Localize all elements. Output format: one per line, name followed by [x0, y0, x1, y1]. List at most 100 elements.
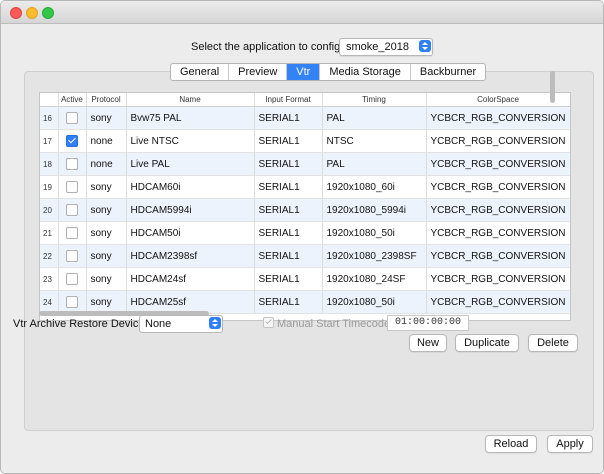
- input-format-cell[interactable]: SERIAL1: [254, 106, 323, 130]
- active-cell: [58, 106, 87, 130]
- protocol-cell[interactable]: none: [86, 129, 127, 153]
- timing-cell[interactable]: 1920x1080_50i: [322, 221, 427, 245]
- active-cell: [58, 244, 87, 268]
- new-button[interactable]: New: [409, 334, 447, 352]
- tab-bar: General Preview Vtr Media Storage Backbu…: [170, 63, 487, 81]
- tab-general[interactable]: General: [171, 64, 230, 80]
- timing-cell[interactable]: 1920x1080_2398SF: [322, 244, 427, 268]
- colorspace-cell[interactable]: YCBCR_RGB_CONVERSION: [426, 244, 570, 268]
- active-cell: [58, 221, 87, 245]
- timing-cell[interactable]: NTSC: [322, 129, 427, 153]
- input-format-cell[interactable]: SERIAL1: [254, 129, 323, 153]
- protocol-cell[interactable]: sony: [86, 244, 127, 268]
- name-cell[interactable]: HDCAM50i: [126, 221, 255, 245]
- active-checkbox[interactable]: [66, 296, 78, 308]
- active-checkbox[interactable]: [66, 158, 78, 170]
- minimize-window-button[interactable]: [26, 7, 38, 19]
- table-header: Active Protocol Name Input Format Timing…: [40, 93, 570, 107]
- active-checkbox[interactable]: [66, 250, 78, 262]
- table-row[interactable]: 17 none Live NTSC SERIAL1 NTSC YCBCR_RGB_CONV…: [40, 129, 570, 153]
- name-cell[interactable]: HDCAM60i: [126, 175, 255, 199]
- manual-start-timecode-field[interactable]: 01:00:00:00: [387, 315, 469, 331]
- column-header-protocol[interactable]: Protocol: [86, 93, 127, 107]
- close-window-button[interactable]: [10, 7, 22, 19]
- colorspace-cell[interactable]: YCBCR_RGB_CONVERSION: [426, 152, 570, 176]
- timing-cell[interactable]: 1920x1080_5994i: [322, 198, 427, 222]
- name-cell[interactable]: Live NTSC: [126, 129, 255, 153]
- colorspace-cell[interactable]: YCBCR_RGB_CONVERSION: [426, 221, 570, 245]
- active-checkbox[interactable]: [66, 181, 78, 193]
- column-header-index: [40, 93, 59, 107]
- input-format-cell[interactable]: SERIAL1: [254, 198, 323, 222]
- timing-cell[interactable]: 1920x1080_60i: [322, 175, 427, 199]
- colorspace-cell[interactable]: YCBCR_RGB_CONVERSION: [426, 129, 570, 153]
- timing-cell[interactable]: 1920x1080_24SF: [322, 267, 427, 291]
- column-header-timing[interactable]: Timing: [322, 93, 427, 107]
- protocol-cell[interactable]: sony: [86, 267, 127, 291]
- table-row[interactable]: 23 sony HDCAM24sf SERIAL1 1920x1080_24SF YCBC…: [40, 267, 570, 291]
- colorspace-cell[interactable]: YCBCR_RGB_CONVERSION: [426, 106, 570, 130]
- table-row[interactable]: 22 sony HDCAM2398sf SERIAL1 1920x1080_2398SF…: [40, 244, 570, 268]
- colorspace-cell[interactable]: YCBCR_RGB_CONVERSION: [426, 175, 570, 199]
- tab-preview[interactable]: Preview: [229, 64, 288, 80]
- updown-stepper-icon: [209, 317, 221, 329]
- column-header-active[interactable]: Active: [58, 93, 87, 107]
- active-checkbox[interactable]: [66, 227, 78, 239]
- input-format-cell[interactable]: SERIAL1: [254, 290, 323, 314]
- name-cell[interactable]: HDCAM2398sf: [126, 244, 255, 268]
- vertical-scrollbar[interactable]: [550, 71, 555, 103]
- colorspace-cell[interactable]: YCBCR_RGB_CONVERSION: [426, 198, 570, 222]
- column-header-name[interactable]: Name: [126, 93, 255, 107]
- name-cell[interactable]: Bvw75 PAL: [126, 106, 255, 130]
- table-row[interactable]: 16 sony Bvw75 PAL SERIAL1 PAL YCBCR_RGB_CONVE…: [40, 106, 570, 130]
- timing-cell[interactable]: PAL: [322, 152, 427, 176]
- protocol-cell[interactable]: sony: [86, 221, 127, 245]
- protocol-cell[interactable]: sony: [86, 175, 127, 199]
- input-format-cell[interactable]: SERIAL1: [254, 267, 323, 291]
- input-format-cell[interactable]: SERIAL1: [254, 175, 323, 199]
- timing-cell[interactable]: 1920x1080_50i: [322, 290, 427, 314]
- tab-media-storage[interactable]: Media Storage: [320, 64, 411, 80]
- table-body: 16 sony Bvw75 PAL SERIAL1 PAL YCBCR_RGB_CONVE…: [40, 106, 570, 314]
- active-checkbox[interactable]: [66, 112, 78, 124]
- name-cell[interactable]: HDCAM24sf: [126, 267, 255, 291]
- active-checkbox[interactable]: [66, 273, 78, 285]
- input-format-cell[interactable]: SERIAL1: [254, 244, 323, 268]
- active-cell: [58, 198, 87, 222]
- updown-stepper-icon: [419, 40, 431, 52]
- name-cell[interactable]: HDCAM5994i: [126, 198, 255, 222]
- row-number: 17: [40, 129, 59, 153]
- active-checkbox[interactable]: [66, 135, 78, 147]
- tab-vtr[interactable]: Vtr: [287, 64, 321, 80]
- table-row[interactable]: 18 none Live PAL SERIAL1 PAL YCBCR_RGB_CONVER…: [40, 152, 570, 176]
- colorspace-cell[interactable]: YCBCR_RGB_CONVERSION: [426, 267, 570, 291]
- active-cell: [58, 267, 87, 291]
- column-header-input-format[interactable]: Input Format: [254, 93, 323, 107]
- column-header-colorspace[interactable]: ColorSpace: [426, 93, 570, 107]
- table-row[interactable]: 19 sony HDCAM60i SERIAL1 1920x1080_60i YCBCR_…: [40, 175, 570, 199]
- name-cell[interactable]: Live PAL: [126, 152, 255, 176]
- title-bar: [1, 1, 603, 24]
- application-select[interactable]: smoke_2018: [339, 38, 433, 56]
- row-number: 18: [40, 152, 59, 176]
- input-format-cell[interactable]: SERIAL1: [254, 221, 323, 245]
- apply-button[interactable]: Apply: [547, 435, 593, 453]
- protocol-cell[interactable]: sony: [86, 198, 127, 222]
- tab-backburner[interactable]: Backburner: [411, 64, 485, 80]
- maximize-window-button[interactable]: [42, 7, 54, 19]
- protocol-cell[interactable]: sony: [86, 106, 127, 130]
- delete-button[interactable]: Delete: [528, 334, 578, 352]
- vtr-table[interactable]: Active Protocol Name Input Format Timing…: [39, 92, 571, 321]
- active-checkbox[interactable]: [66, 204, 78, 216]
- vtr-archive-restore-device-select[interactable]: None: [139, 315, 223, 333]
- input-format-cell[interactable]: SERIAL1: [254, 152, 323, 176]
- timing-cell[interactable]: PAL: [322, 106, 427, 130]
- protocol-cell[interactable]: none: [86, 152, 127, 176]
- table-row[interactable]: 20 sony HDCAM5994i SERIAL1 1920x1080_5994i YC…: [40, 198, 570, 222]
- colorspace-cell[interactable]: YCBCR_RGB_CONVERSION: [426, 290, 570, 314]
- row-number: 23: [40, 267, 59, 291]
- reload-button[interactable]: Reload: [485, 435, 537, 453]
- manual-start-timecode-checkbox[interactable]: [263, 317, 274, 328]
- table-row[interactable]: 21 sony HDCAM50i SERIAL1 1920x1080_50i YCBCR_…: [40, 221, 570, 245]
- duplicate-button[interactable]: Duplicate: [455, 334, 519, 352]
